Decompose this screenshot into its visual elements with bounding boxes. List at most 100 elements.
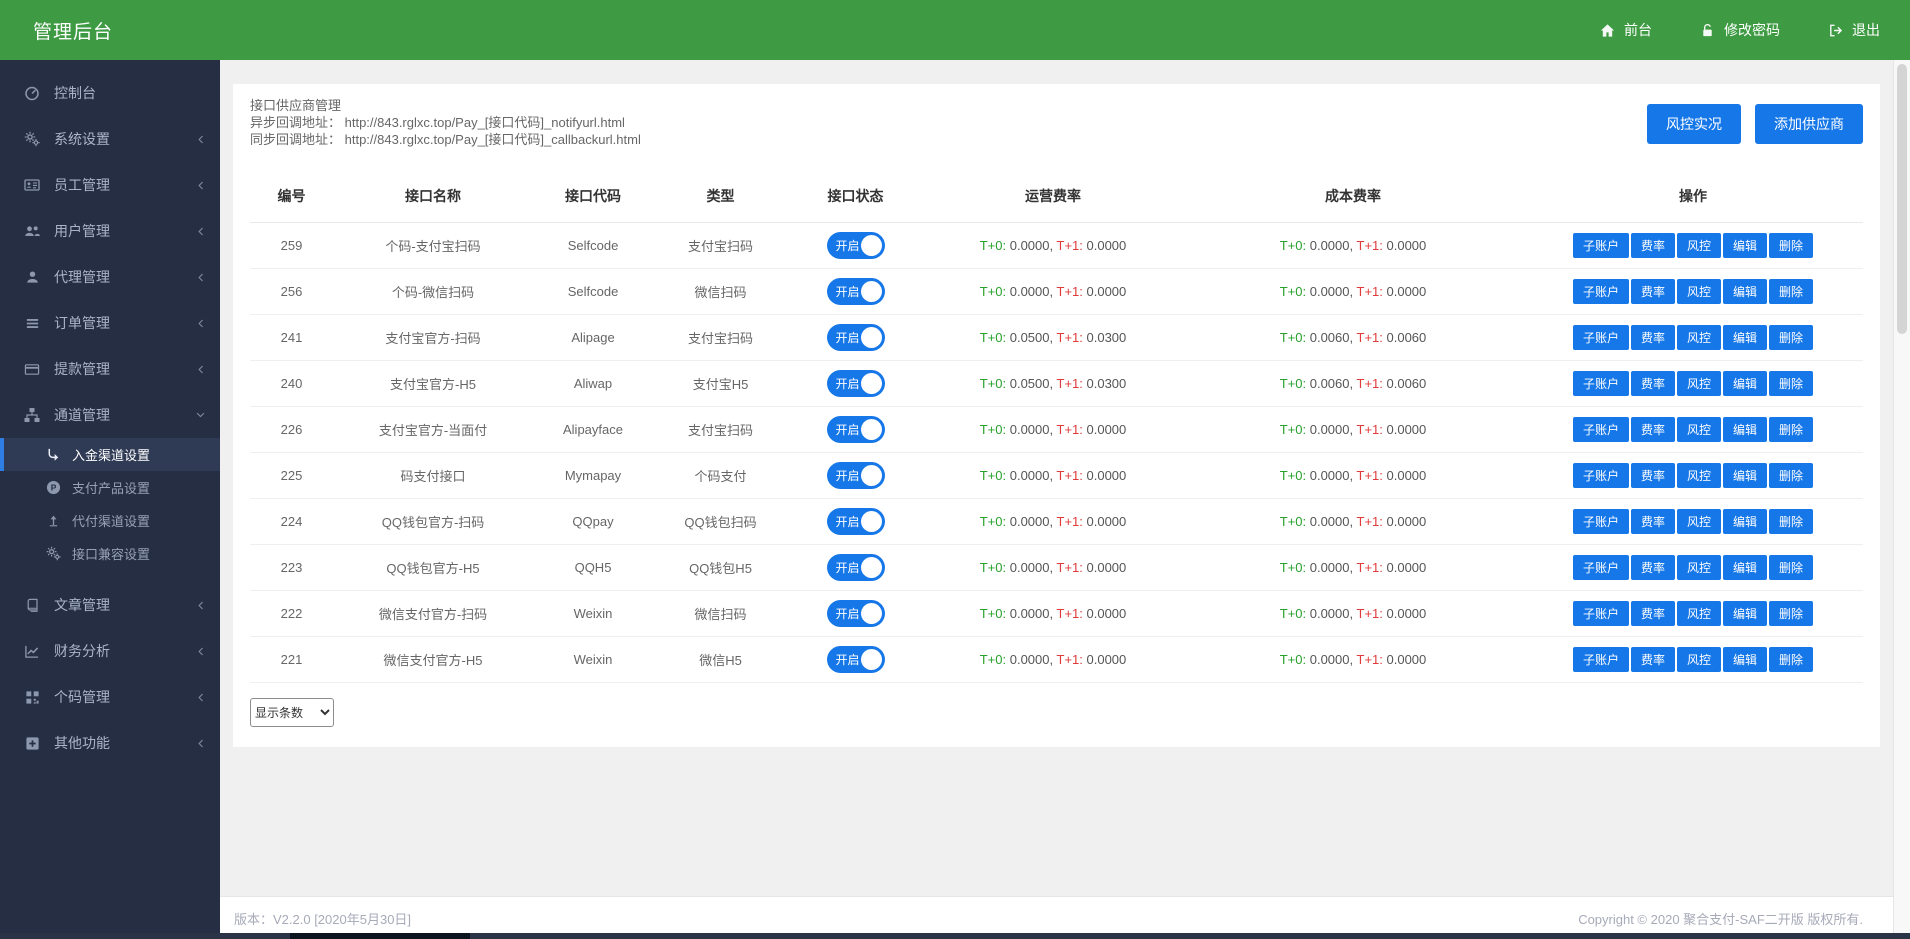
sidebar-subitem-1[interactable]: 入金渠道设置 <box>0 438 220 471</box>
status-toggle[interactable]: 开启 <box>827 462 885 489</box>
action-button-2[interactable]: 费率 <box>1631 601 1675 626</box>
action-button-2[interactable]: 费率 <box>1631 555 1675 580</box>
action-button-3[interactable]: 风控 <box>1677 233 1721 258</box>
nav-link-home[interactable]: 前台 <box>1600 20 1652 40</box>
status-toggle[interactable]: 开启 <box>827 508 885 535</box>
sidebar-item-7[interactable]: 提款管理 <box>0 346 220 392</box>
action-button-1[interactable]: 子账户 <box>1573 555 1629 580</box>
add-supplier-button[interactable]: 添加供应商 <box>1755 104 1863 144</box>
nav-link-unlock[interactable]: 修改密码 <box>1700 20 1780 40</box>
sidebar-item-9[interactable]: 文章管理 <box>0 582 220 628</box>
row-id: 225 <box>250 453 333 499</box>
sidebar-item-8[interactable]: 通道管理 <box>0 392 220 438</box>
operating-t1-value: 0.0300 <box>1087 376 1127 391</box>
copyright-text: Copyright © 2020 聚合支付-SAF二开版 版权所有. <box>1578 909 1863 928</box>
sidebar-item-10[interactable]: 财务分析 <box>0 628 220 674</box>
action-button-2[interactable]: 费率 <box>1631 463 1675 488</box>
action-button-4[interactable]: 编辑 <box>1723 509 1767 534</box>
action-button-1[interactable]: 子账户 <box>1573 601 1629 626</box>
action-button-1[interactable]: 子账户 <box>1573 647 1629 672</box>
sidebar-subitem-2[interactable]: P支付产品设置 <box>0 471 220 504</box>
action-button-5[interactable]: 删除 <box>1769 555 1813 580</box>
action-button-1[interactable]: 子账户 <box>1573 233 1629 258</box>
action-button-2[interactable]: 费率 <box>1631 509 1675 534</box>
sidebar-item-label: 系统设置 <box>54 129 196 149</box>
action-button-5[interactable]: 删除 <box>1769 371 1813 396</box>
action-button-1[interactable]: 子账户 <box>1573 417 1629 442</box>
t0-label: T+0: <box>980 376 1006 391</box>
action-button-5[interactable]: 删除 <box>1769 647 1813 672</box>
sidebar-item-3[interactable]: 员工管理 <box>0 162 220 208</box>
sidebar-subitem-3[interactable]: 代付渠道设置 <box>0 504 220 537</box>
sidebar-item-12[interactable]: 其他功能 <box>0 720 220 766</box>
action-button-2[interactable]: 费率 <box>1631 371 1675 396</box>
action-button-1[interactable]: 子账户 <box>1573 509 1629 534</box>
action-button-5[interactable]: 删除 <box>1769 463 1813 488</box>
t0-label: T+0: <box>1280 284 1306 299</box>
nav-link-signout[interactable]: 退出 <box>1828 20 1880 40</box>
sidebar-item-5[interactable]: 代理管理 <box>0 254 220 300</box>
sidebar-subitem-4[interactable]: 接口兼容设置 <box>0 537 220 570</box>
action-button-1[interactable]: 子账户 <box>1573 279 1629 304</box>
status-toggle[interactable]: 开启 <box>827 232 885 259</box>
action-button-1[interactable]: 子账户 <box>1573 371 1629 396</box>
action-button-4[interactable]: 编辑 <box>1723 371 1767 396</box>
page-size-select[interactable]: 显示条数 <box>250 698 334 727</box>
action-button-4[interactable]: 编辑 <box>1723 279 1767 304</box>
action-button-4[interactable]: 编辑 <box>1723 417 1767 442</box>
action-button-2[interactable]: 费率 <box>1631 279 1675 304</box>
action-button-1[interactable]: 子账户 <box>1573 463 1629 488</box>
action-button-5[interactable]: 删除 <box>1769 601 1813 626</box>
table-row: 256个码-微信扫码Selfcode微信扫码开启T+0: 0.0000, T+1… <box>250 269 1863 315</box>
action-button-3[interactable]: 风控 <box>1677 417 1721 442</box>
action-button-5[interactable]: 删除 <box>1769 233 1813 258</box>
action-button-4[interactable]: 编辑 <box>1723 601 1767 626</box>
action-button-3[interactable]: 风控 <box>1677 325 1721 350</box>
action-button-2[interactable]: 费率 <box>1631 233 1675 258</box>
cost-t1-value: 0.0000 <box>1387 560 1427 575</box>
action-button-1[interactable]: 子账户 <box>1573 325 1629 350</box>
action-button-2[interactable]: 费率 <box>1631 647 1675 672</box>
risk-live-button[interactable]: 风控实况 <box>1647 104 1741 144</box>
operating-t0-value: 0.0000 <box>1010 468 1050 483</box>
status-toggle[interactable]: 开启 <box>827 554 885 581</box>
action-button-3[interactable]: 风控 <box>1677 555 1721 580</box>
sidebar-item-label: 员工管理 <box>54 175 196 195</box>
action-button-4[interactable]: 编辑 <box>1723 463 1767 488</box>
status-toggle[interactable]: 开启 <box>827 600 885 627</box>
sidebar-item-4[interactable]: 用户管理 <box>0 208 220 254</box>
action-button-3[interactable]: 风控 <box>1677 463 1721 488</box>
action-button-2[interactable]: 费率 <box>1631 325 1675 350</box>
toggle-knob-icon <box>861 419 882 440</box>
status-toggle[interactable]: 开启 <box>827 370 885 397</box>
action-button-5[interactable]: 删除 <box>1769 417 1813 442</box>
action-button-5[interactable]: 删除 <box>1769 279 1813 304</box>
vertical-scrollbar[interactable] <box>1893 60 1910 933</box>
action-button-4[interactable]: 编辑 <box>1723 647 1767 672</box>
status-toggle[interactable]: 开启 <box>827 324 885 351</box>
vertical-scrollbar-thumb[interactable] <box>1897 64 1907 334</box>
sidebar-item-2[interactable]: 系统设置 <box>0 116 220 162</box>
cost-t1-value: 0.0000 <box>1387 514 1427 529</box>
status-toggle[interactable]: 开启 <box>827 646 885 673</box>
sidebar-item-11[interactable]: 个码管理 <box>0 674 220 720</box>
action-button-5[interactable]: 删除 <box>1769 509 1813 534</box>
sidebar-item-6[interactable]: 订单管理 <box>0 300 220 346</box>
sidebar-item-1[interactable]: 控制台 <box>0 70 220 116</box>
row-id: 221 <box>250 637 333 683</box>
action-button-3[interactable]: 风控 <box>1677 509 1721 534</box>
status-toggle[interactable]: 开启 <box>827 278 885 305</box>
action-button-3[interactable]: 风控 <box>1677 601 1721 626</box>
action-button-4[interactable]: 编辑 <box>1723 325 1767 350</box>
chevron-left-icon <box>196 738 206 749</box>
action-button-3[interactable]: 风控 <box>1677 647 1721 672</box>
action-button-3[interactable]: 风控 <box>1677 371 1721 396</box>
action-button-2[interactable]: 费率 <box>1631 417 1675 442</box>
action-button-4[interactable]: 编辑 <box>1723 555 1767 580</box>
action-button-4[interactable]: 编辑 <box>1723 233 1767 258</box>
action-button-5[interactable]: 删除 <box>1769 325 1813 350</box>
horizontal-scrollbar[interactable] <box>0 933 1910 939</box>
action-button-3[interactable]: 风控 <box>1677 279 1721 304</box>
status-toggle[interactable]: 开启 <box>827 416 885 443</box>
horizontal-scrollbar-thumb[interactable] <box>290 933 470 939</box>
